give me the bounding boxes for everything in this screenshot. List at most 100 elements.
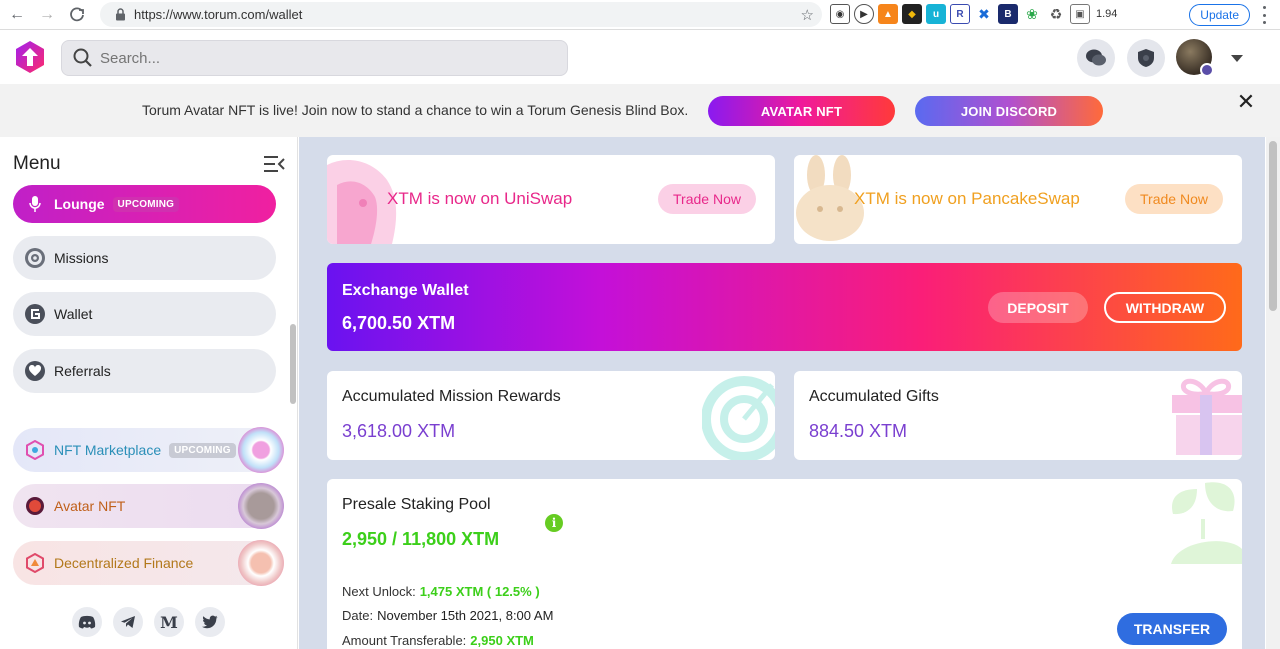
- pancakeswap-card: XTM is now on PancakeSwap Trade Now: [794, 155, 1242, 244]
- sidebar-item-nft-marketplace[interactable]: NFT Marketplace UPCOMING: [13, 427, 284, 473]
- sidebar-item-label: Missions: [54, 250, 109, 266]
- search-input[interactable]: [100, 49, 540, 67]
- withdraw-button[interactable]: WITHDRAW: [1104, 292, 1226, 323]
- leaf-extension-icon[interactable]: ❀: [1022, 4, 1042, 24]
- gifts-card: Accumulated Gifts 884.50 XTM: [794, 371, 1242, 460]
- hexagon-nft-icon: [24, 439, 46, 461]
- telegram-icon[interactable]: [113, 607, 143, 637]
- target-icon: [24, 247, 46, 269]
- next-unlock-label: Next Unlock:: [342, 584, 416, 599]
- avatar-nft-icon: [24, 495, 46, 517]
- chat-bubbles-icon: [1086, 49, 1106, 66]
- medium-icon[interactable]: M: [154, 607, 184, 637]
- discord-icon[interactable]: [72, 607, 102, 637]
- sidebar-item-lounge[interactable]: Lounge UPCOMING: [13, 185, 276, 223]
- collapse-menu-icon[interactable]: [263, 155, 285, 173]
- pancakeswap-text: XTM is now on PancakeSwap: [854, 189, 1080, 208]
- metamask-fox-icon[interactable]: ▲: [878, 4, 898, 24]
- mission-rewards-title: Accumulated Mission Rewards: [342, 388, 561, 405]
- transferable-label: Amount Transferable:: [342, 633, 467, 648]
- twitter-icon[interactable]: [195, 607, 225, 637]
- sidebar-scrollbar[interactable]: [289, 187, 297, 407]
- binance-extension-icon[interactable]: ◆: [902, 4, 922, 24]
- exchange-wallet-amount: 6,700.50 XTM: [342, 313, 456, 333]
- main-content: XTM is now on UniSwap Trade Now XTM is n…: [299, 137, 1265, 649]
- update-button[interactable]: Update: [1189, 4, 1250, 26]
- close-announcement-icon[interactable]: ✕: [1236, 91, 1256, 113]
- uniswap-text: XTM is now on UniSwap: [387, 189, 573, 208]
- heart-icon: [24, 360, 46, 382]
- sidebar-scrollbar-thumb[interactable]: [290, 324, 296, 404]
- plant-decor-icon: [1171, 482, 1242, 564]
- page-scrollbar-thumb[interactable]: [1269, 141, 1277, 311]
- next-unlock-row: Next Unlock: 1,475 XTM ( 12.5% ): [342, 584, 540, 599]
- gifts-title: Accumulated Gifts: [809, 388, 939, 405]
- chat-button[interactable]: [1077, 39, 1115, 77]
- forward-icon[interactable]: →: [34, 2, 60, 28]
- browser-menu-icon[interactable]: [1258, 6, 1270, 24]
- uniswap-card: XTM is now on UniSwap Trade Now: [327, 155, 775, 244]
- sidebar-item-label: Referrals: [54, 363, 111, 379]
- wallet-icon: [24, 303, 46, 325]
- exchange-wallet-card: Exchange Wallet 6,700.50 XTM DEPOSIT WIT…: [327, 263, 1242, 351]
- user-avatar[interactable]: [1176, 39, 1214, 77]
- gifts-amount: 884.50 XTM: [809, 421, 908, 441]
- page-scrollbar[interactable]: [1266, 137, 1280, 649]
- avatar-nft-button[interactable]: AVATAR NFT: [708, 96, 895, 126]
- r-extension-icon[interactable]: R: [950, 4, 970, 24]
- mission-rewards-card: Accumulated Mission Rewards 3,618.00 XTM: [327, 371, 775, 460]
- bookmark-star-icon[interactable]: ☆: [801, 6, 814, 24]
- url-text: https://www.torum.com/wallet: [134, 7, 303, 22]
- exchange-wallet-title: Exchange Wallet: [342, 282, 469, 299]
- unc-extension-icon[interactable]: u: [926, 4, 946, 24]
- deposit-button[interactable]: DEPOSIT: [988, 292, 1088, 323]
- sidebar-item-referrals[interactable]: Referrals: [13, 349, 276, 393]
- play-extension-icon[interactable]: ▶: [854, 4, 874, 24]
- cross-extension-icon[interactable]: ✖: [974, 4, 994, 24]
- shield-bell-icon: [1138, 49, 1154, 67]
- browser-toolbar: ← → https://www.torum.com/wallet ☆ ◉ ▶ ▲…: [0, 0, 1280, 30]
- transferable-value: 2,950 XTM: [470, 633, 534, 648]
- mission-rewards-amount: 3,618.00 XTM: [342, 421, 456, 441]
- sidebar-item-avatar-nft[interactable]: Avatar NFT: [13, 483, 284, 529]
- info-icon[interactable]: i: [545, 514, 563, 532]
- sidebar-item-label: Wallet: [54, 306, 93, 322]
- search-box[interactable]: [61, 40, 568, 76]
- torum-logo-icon[interactable]: [13, 40, 47, 74]
- notifications-button[interactable]: [1127, 39, 1165, 77]
- uniswap-trade-now-button[interactable]: Trade Now: [658, 184, 756, 214]
- menu-title: Menu: [13, 153, 61, 174]
- address-bar[interactable]: https://www.torum.com/wallet ☆: [100, 2, 822, 27]
- app-header: [0, 31, 1280, 84]
- date-value: November 15th 2021, 8:00 AM: [377, 608, 554, 623]
- transfer-button[interactable]: TRANSFER: [1117, 613, 1227, 645]
- sidebar-item-wallet[interactable]: Wallet: [13, 292, 276, 336]
- sidebar-item-label: NFT Marketplace: [54, 442, 162, 458]
- lock-icon[interactable]: [112, 7, 128, 23]
- sidebar-item-label: Decentralized Finance: [54, 555, 194, 571]
- search-icon: [73, 48, 92, 67]
- cube-extension-icon[interactable]: ◉: [830, 4, 850, 24]
- camera-extension-icon[interactable]: ▣: [1070, 4, 1090, 24]
- sidebar-item-decentralized-finance[interactable]: Decentralized Finance: [13, 540, 284, 586]
- dark-extension-icon[interactable]: B: [998, 4, 1018, 24]
- gift-decor-icon: [1172, 378, 1242, 455]
- sidebar-item-label: Lounge: [54, 196, 105, 212]
- back-icon[interactable]: ←: [4, 2, 30, 28]
- extension-counter: 1.94: [1096, 8, 1118, 20]
- next-unlock-value: 1,475 XTM ( 12.5% ): [419, 584, 540, 599]
- target-decor-icon: [702, 376, 775, 460]
- profile-dropdown-icon[interactable]: [1231, 55, 1243, 62]
- sidebar-item-missions[interactable]: Missions: [13, 236, 276, 280]
- puzzle-icon[interactable]: ♻: [1046, 4, 1066, 24]
- announcement-bar: Torum Avatar NFT is live! Join now to st…: [0, 84, 1280, 137]
- date-label: Date:: [342, 608, 374, 623]
- nft-orb-icon: [238, 427, 284, 473]
- microphone-icon: [24, 193, 46, 215]
- join-discord-button[interactable]: JOIN DISCORD: [915, 96, 1103, 126]
- sidebar-item-label: Avatar NFT: [54, 498, 126, 514]
- transferable-row: Amount Transferable: 2,950 XTM: [342, 633, 534, 648]
- pancakeswap-trade-now-button[interactable]: Trade Now: [1125, 184, 1223, 214]
- presale-amount: 2,950 / 11,800 XTM: [342, 529, 500, 549]
- reload-icon[interactable]: [64, 2, 90, 28]
